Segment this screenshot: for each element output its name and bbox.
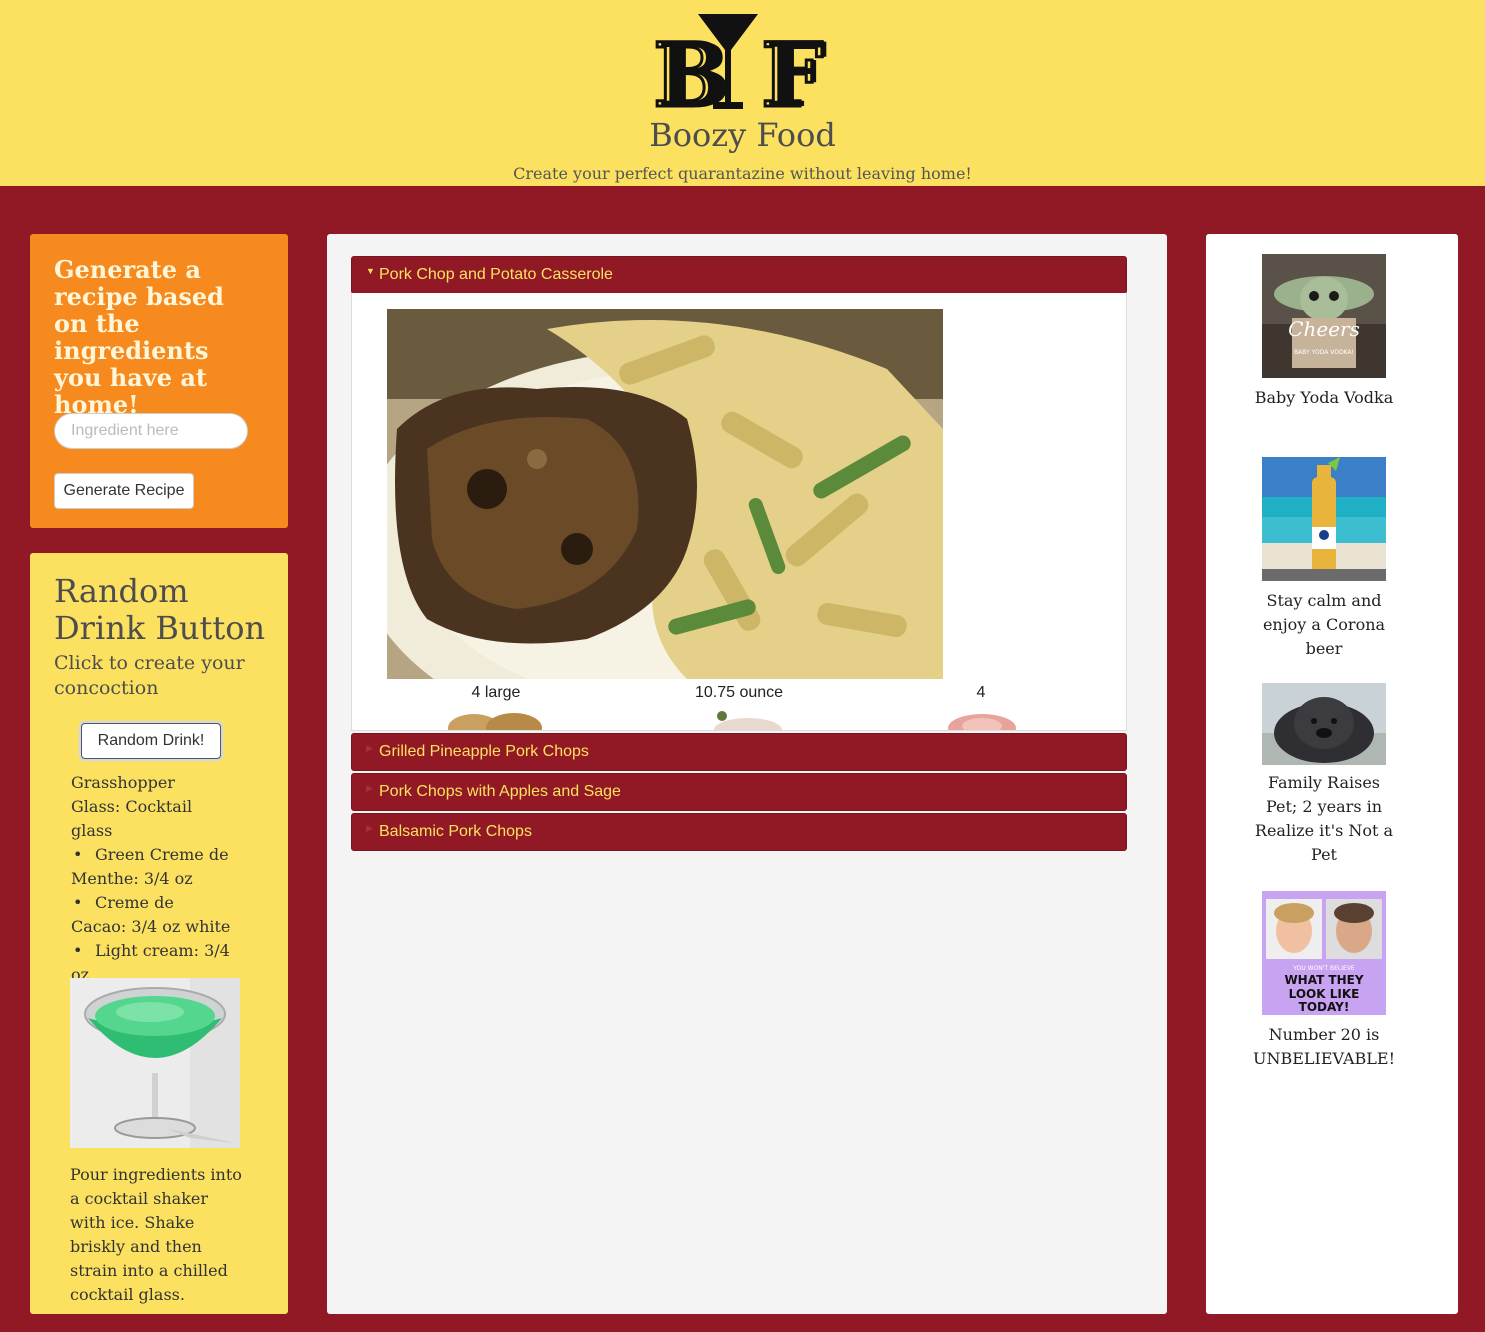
ad-image-baby-yoda[interactable]: Cheers BABY YODA VODKA! bbox=[1262, 254, 1386, 378]
ad-caption[interactable]: Stay calm and enjoy a Corona beer bbox=[1252, 589, 1396, 661]
svg-text:WHAT THEY: WHAT THEY bbox=[1284, 973, 1363, 987]
random-drink-button[interactable]: Random Drink! bbox=[81, 723, 221, 759]
recipe-title: Pork Chop and Potato Casserole bbox=[379, 266, 613, 283]
caret-right-icon: ▶ bbox=[366, 743, 373, 753]
ads-sidebar: Cheers BABY YODA VODKA! Baby Yoda Vodka … bbox=[1206, 234, 1458, 1314]
caret-down-icon: ▼ bbox=[366, 266, 375, 276]
list-item: Green Creme de Menthe: 3/4 oz bbox=[71, 843, 231, 891]
drink-glass: Glass: Cocktail glass bbox=[71, 797, 193, 840]
ad-image-corona-beer[interactable] bbox=[1262, 457, 1386, 581]
generate-recipe-button[interactable]: Generate Recipe bbox=[54, 473, 194, 509]
generator-title: Generate a recipe based on the ingredien… bbox=[54, 255, 224, 419]
drink-ingredient-list: Green Creme de Menthe: 3/4 oz Creme de C… bbox=[71, 843, 231, 987]
soup-icon bbox=[714, 711, 782, 730]
svg-text:F: F bbox=[761, 23, 823, 116]
svg-text:BABY YODA VODKA!: BABY YODA VODKA! bbox=[1294, 349, 1354, 356]
recipe-panel: ▼ Pork Chop and Potato Casserole 4 large… bbox=[327, 234, 1167, 1314]
svg-text:YOU WON'T BELIEVE: YOU WON'T BELIEVE bbox=[1292, 965, 1355, 972]
drink-name: Grasshopper bbox=[71, 773, 175, 792]
svg-text:LOOK LIKE: LOOK LIKE bbox=[1289, 987, 1360, 1001]
caret-right-icon: ▶ bbox=[366, 823, 373, 833]
pork-chop-icon bbox=[948, 714, 1016, 730]
recipe-accordion-header[interactable]: ▼ Pork Chop and Potato Casserole bbox=[351, 256, 1127, 294]
random-drink-subtitle: Click to create your concoction bbox=[54, 652, 245, 699]
ingredient-amount: 4 large bbox=[471, 684, 521, 701]
recipe-title: Grilled Pineapple Pork Chops bbox=[379, 743, 589, 760]
brand-name: Boozy Food bbox=[649, 116, 836, 154]
tagline: Create your perfect quarantazine without… bbox=[513, 164, 972, 183]
ingredient-input[interactable] bbox=[54, 413, 248, 449]
recipe-accordion-body: 4 large 10.75 ounce 4 bbox=[351, 293, 1127, 731]
drink-image bbox=[70, 978, 240, 1148]
ad-caption[interactable]: Family Raises Pet; 2 years in Realize it… bbox=[1252, 771, 1396, 867]
recipe-accordion-header[interactable]: ▶ Grilled Pineapple Pork Chops bbox=[351, 733, 1127, 771]
drink-instructions: Pour ingredients into a cocktail shaker … bbox=[70, 1165, 242, 1304]
recipe-title: Balsamic Pork Chops bbox=[379, 823, 532, 840]
recipe-title: Pork Chops with Apples and Sage bbox=[379, 783, 621, 800]
random-drink-title: Random Drink Button bbox=[54, 572, 266, 647]
recipe-image bbox=[387, 309, 943, 679]
ad-image-celebrity[interactable]: YOU WON'T BELIEVE WHAT THEY LOOK LIKE TO… bbox=[1262, 891, 1386, 1015]
site-header: B B F F Boozy Food Create your perfect q… bbox=[0, 0, 1485, 186]
drink-details: Grasshopper Glass: Cocktail glass Green … bbox=[71, 771, 231, 987]
ad-caption[interactable]: Number 20 is UNBELIEVABLE! bbox=[1252, 1023, 1396, 1071]
potato-icon bbox=[448, 713, 542, 730]
ingredient-amount: 10.75 ounce bbox=[694, 684, 784, 701]
svg-text:Cheers: Cheers bbox=[1288, 317, 1360, 341]
ad-image-dog[interactable] bbox=[1262, 683, 1386, 765]
svg-text:B: B bbox=[657, 23, 731, 116]
list-item: Creme de Cacao: 3/4 oz white bbox=[71, 891, 231, 939]
recipe-generator-card: Generate a recipe based on the ingredien… bbox=[30, 234, 288, 528]
ad-caption[interactable]: Baby Yoda Vodka bbox=[1252, 386, 1396, 410]
recipe-accordion-header[interactable]: ▶ Pork Chops with Apples and Sage bbox=[351, 773, 1127, 811]
random-drink-card: Random Drink Button Click to create your… bbox=[30, 553, 288, 1314]
recipe-accordion-header[interactable]: ▶ Balsamic Pork Chops bbox=[351, 813, 1127, 851]
ingredient-amount: 4 bbox=[976, 684, 986, 701]
byf-logo-icon[interactable]: B B F F bbox=[653, 10, 835, 116]
svg-text:TODAY!: TODAY! bbox=[1299, 1000, 1350, 1014]
caret-right-icon: ▶ bbox=[366, 783, 373, 793]
